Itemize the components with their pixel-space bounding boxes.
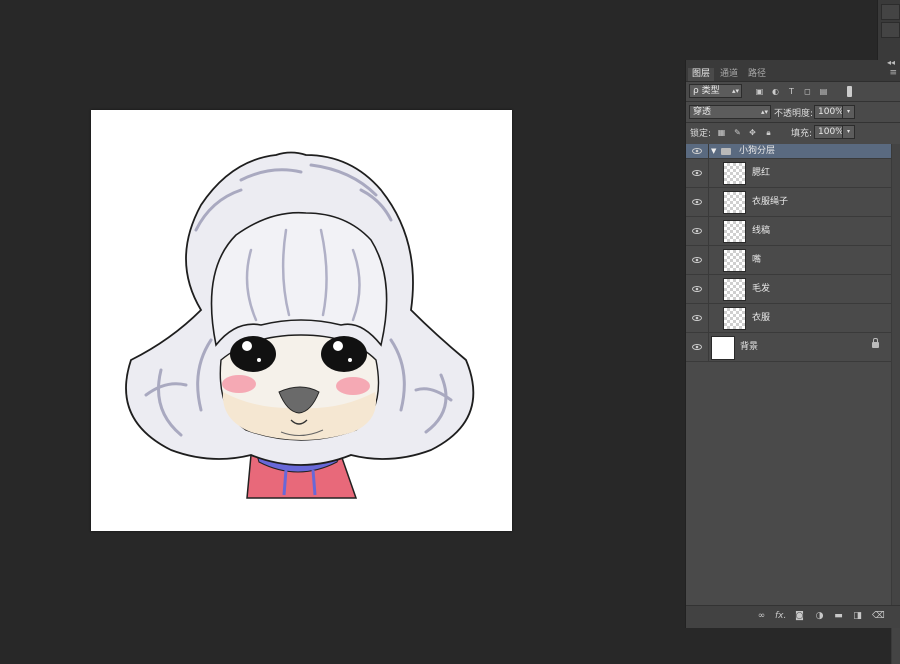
delete-layer-icon[interactable]: ⌫ xyxy=(872,611,885,622)
layer-thumbnail xyxy=(723,307,746,330)
panel-tabs: 图层 通道 路径 ≡ xyxy=(686,68,900,82)
filter-type-value: ρ 类型 xyxy=(693,86,720,96)
tab-layers[interactable]: 图层 xyxy=(688,68,715,81)
layer-list: ▼ 小狗分层 腮红 衣服绳子 线稿 嘴 毛发 衣服 背景 xyxy=(686,144,891,362)
divider xyxy=(686,101,900,102)
lock-transparency-icon[interactable]: ▦ xyxy=(717,128,726,137)
layer-list-scrollbar[interactable] xyxy=(891,144,900,664)
tab-paths[interactable]: 路径 xyxy=(744,68,770,81)
lock-row: 锁定: ▦ ✎ ✥ 🔒︎ 填充: 100% ▾ xyxy=(686,125,900,141)
new-layer-icon[interactable]: ◨ xyxy=(852,611,863,622)
fill-value: 100% xyxy=(818,127,844,137)
background-layer-row[interactable]: 背景 xyxy=(686,333,891,362)
visibility-eye-icon[interactable] xyxy=(686,246,709,274)
layer-group-row[interactable]: ▼ 小狗分层 xyxy=(686,144,891,159)
layers-panel: ◂◂ 图层 通道 路径 ≡ ρ 类型 ▴▾ ▣ ◐ T ◻ ▤ 穿透 ▴▾ 不透明度… xyxy=(685,58,900,664)
layer-name: 腮红 xyxy=(752,168,771,178)
tab-channels[interactable]: 通道 xyxy=(716,68,742,81)
layer-thumbnail xyxy=(723,162,746,185)
blend-mode-value: 穿透 xyxy=(693,107,712,117)
layer-row[interactable]: 衣服 xyxy=(686,304,891,333)
opacity-dropdown-icon[interactable]: ▾ xyxy=(842,105,855,119)
layers-bottom-toolbar: ∞ fx. ◙ ◑ ▬ ◨ ⌫ xyxy=(686,605,900,628)
filter-toggle-icon[interactable] xyxy=(847,86,852,97)
chevron-down-icon: ▴▾ xyxy=(760,108,768,116)
layer-name: 背景 xyxy=(740,342,759,352)
fill-dropdown-icon[interactable]: ▾ xyxy=(842,125,855,139)
layer-name: 毛发 xyxy=(752,284,771,294)
smart-object-filter-icon[interactable]: ▤ xyxy=(819,87,828,96)
shape-filter-icon[interactable]: ◻ xyxy=(803,87,812,96)
visibility-eye-icon[interactable] xyxy=(686,333,709,361)
panel-header-bar: ◂◂ xyxy=(686,58,900,68)
layer-name: 嘴 xyxy=(752,255,762,265)
layer-row[interactable]: 腮红 xyxy=(686,159,891,188)
layer-thumbnail xyxy=(723,220,746,243)
blend-row: 穿透 ▴▾ 不透明度: 100% ▾ xyxy=(686,104,900,120)
poodle-illustration xyxy=(125,151,475,499)
layer-name: 衣服绳子 xyxy=(752,197,789,207)
layer-thumbnail xyxy=(723,191,746,214)
fx-icon[interactable]: fx. xyxy=(775,611,786,622)
folder-icon xyxy=(721,148,731,155)
layer-name: 线稿 xyxy=(752,226,771,236)
lock-label: 锁定: xyxy=(690,129,712,139)
add-mask-icon[interactable]: ◙ xyxy=(794,611,805,622)
layer-thumbnail xyxy=(711,336,735,360)
visibility-eye-icon[interactable] xyxy=(686,304,709,332)
visibility-eye-icon[interactable] xyxy=(686,144,709,158)
chevron-down-icon: ▴▾ xyxy=(731,87,739,95)
layer-row[interactable]: 衣服绳子 xyxy=(686,188,891,217)
layer-name: 衣服 xyxy=(752,313,771,323)
layer-row[interactable]: 线稿 xyxy=(686,217,891,246)
lock-all-icon[interactable]: 🔒︎ xyxy=(764,128,773,137)
layer-thumbnail xyxy=(723,249,746,272)
adjustment-layer-icon[interactable]: ◑ xyxy=(814,611,825,622)
fill-label: 填充: xyxy=(791,129,813,139)
layer-row[interactable]: 毛发 xyxy=(686,275,891,304)
visibility-eye-icon[interactable] xyxy=(686,275,709,303)
fill-input[interactable]: 100% xyxy=(814,125,844,139)
opacity-value: 100% xyxy=(818,107,844,117)
layer-name: 小狗分层 xyxy=(739,146,776,156)
divider xyxy=(686,122,900,123)
collapse-panel-icon[interactable]: ◂◂ xyxy=(887,58,895,67)
layer-row[interactable]: 嘴 xyxy=(686,246,891,275)
lock-position-icon[interactable]: ✥ xyxy=(748,128,757,137)
visibility-eye-icon[interactable] xyxy=(686,188,709,216)
collapsed-panel-dock[interactable] xyxy=(877,0,900,60)
lock-icon xyxy=(872,338,879,348)
document-canvas[interactable] xyxy=(91,110,512,531)
dock-icon-1[interactable] xyxy=(881,4,900,20)
expand-triangle-icon[interactable]: ▼ xyxy=(711,144,716,158)
opacity-input[interactable]: 100% xyxy=(814,105,844,119)
visibility-eye-icon[interactable] xyxy=(686,159,709,187)
lock-paint-icon[interactable]: ✎ xyxy=(733,128,742,137)
panel-menu-icon[interactable]: ≡ xyxy=(889,68,897,78)
adjustment-filter-icon[interactable]: ◐ xyxy=(771,87,780,96)
layer-filter-row: ρ 类型 ▴▾ ▣ ◐ T ◻ ▤ xyxy=(686,83,900,99)
filter-type-select[interactable]: ρ 类型 ▴▾ xyxy=(689,84,742,98)
opacity-label: 不透明度: xyxy=(774,109,814,119)
new-group-icon[interactable]: ▬ xyxy=(833,611,844,622)
image-filter-icon[interactable]: ▣ xyxy=(755,87,764,96)
visibility-eye-icon[interactable] xyxy=(686,217,709,245)
text-filter-icon[interactable]: T xyxy=(787,87,796,96)
dock-icon-2[interactable] xyxy=(881,22,900,38)
layer-thumbnail xyxy=(723,278,746,301)
link-layers-icon[interactable]: ∞ xyxy=(756,611,767,622)
blend-mode-select[interactable]: 穿透 ▴▾ xyxy=(689,105,771,119)
